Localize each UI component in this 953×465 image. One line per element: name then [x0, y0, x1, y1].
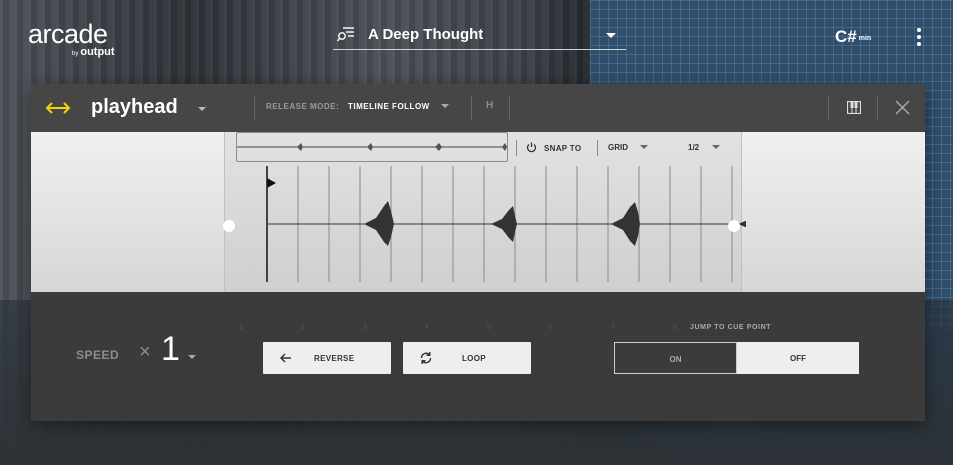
chevron-down-icon[interactable]: [188, 355, 196, 359]
jump-to-cue-label: JUMP TO CUE POINT: [690, 324, 772, 331]
loop-icon: [420, 352, 432, 364]
arrow-left-icon: [280, 353, 291, 363]
waveform-overview[interactable]: [236, 132, 508, 162]
logo-main-text: arcade: [28, 19, 108, 49]
beat-label: 6: [549, 324, 553, 331]
top-bar: arcade by output A Deep Thought C# min: [0, 0, 953, 75]
divider: [597, 140, 598, 156]
h-button[interactable]: H: [486, 100, 493, 111]
playhead-arrows-icon: [45, 102, 71, 114]
loop-label: LOOP: [462, 354, 486, 363]
waveform-display[interactable]: [226, 166, 746, 292]
key-mode: min: [858, 35, 872, 42]
beat-label: 3: [363, 324, 367, 331]
divider: [877, 96, 878, 120]
release-mode-dropdown[interactable]: TIMELINE FOLLOW: [348, 102, 430, 111]
panel-header: playhead RELEASE MODE: TIMELINE FOLLOW H: [31, 84, 925, 132]
chevron-down-icon[interactable]: [712, 145, 720, 149]
snap-to-label[interactable]: SNAP TO: [544, 144, 581, 153]
speed-multiplier-sign: ×: [139, 341, 151, 363]
chevron-down-icon[interactable]: [441, 104, 449, 108]
waveform-area: SNAP TO GRID 1/2 1 2 3 4 5 6 7 8: [31, 132, 925, 331]
grid-dropdown[interactable]: GRID: [608, 143, 628, 152]
divider: [254, 96, 255, 120]
release-mode-label: RELEASE MODE:: [266, 102, 340, 111]
speed-label: SPEED: [76, 348, 120, 362]
right-handle[interactable]: [728, 220, 740, 232]
start-marker-icon: [267, 178, 276, 188]
beat-label: 8: [673, 324, 677, 331]
jump-off-button[interactable]: OFF: [737, 342, 859, 374]
divider: [509, 96, 510, 120]
piano-icon[interactable]: [847, 101, 861, 114]
left-handle[interactable]: [223, 220, 235, 232]
power-icon[interactable]: [526, 142, 537, 153]
beat-label: 1: [239, 324, 243, 331]
panel-title[interactable]: playhead: [91, 96, 178, 119]
arcade-logo: arcade by output: [28, 19, 115, 58]
more-menu-icon[interactable]: [914, 28, 924, 48]
divider: [471, 96, 472, 120]
logo-by-text: by: [72, 51, 79, 57]
beat-label: 5: [487, 324, 491, 331]
divider: [516, 140, 517, 156]
chevron-down-icon: [606, 33, 616, 38]
jump-off-label: OFF: [790, 354, 806, 363]
beat-label: 7: [611, 324, 615, 331]
beat-label: 2: [301, 324, 305, 331]
overview-waveform: [237, 143, 507, 151]
chevron-down-icon[interactable]: [198, 107, 206, 111]
key-note: C#: [835, 27, 857, 46]
key-selector[interactable]: C# min: [835, 27, 871, 47]
reverse-label: REVERSE: [314, 354, 355, 363]
loop-button[interactable]: LOOP: [403, 342, 531, 374]
preset-selector[interactable]: A Deep Thought: [333, 20, 626, 50]
logo-sub: by output: [72, 46, 115, 58]
speed-value[interactable]: 1: [161, 330, 180, 369]
playhead-panel: playhead RELEASE MODE: TIMELINE FOLLOW H: [31, 84, 925, 421]
division-dropdown[interactable]: 1/2: [688, 143, 699, 152]
preset-name: A Deep Thought: [368, 26, 484, 43]
beat-label: 4: [425, 324, 429, 331]
divider: [828, 96, 829, 120]
jump-on-label: ON: [669, 355, 682, 364]
preset-browser-icon: [337, 27, 354, 42]
jump-on-button[interactable]: ON: [614, 342, 737, 374]
close-icon[interactable]: [895, 100, 910, 115]
logo-brand-text: output: [80, 46, 115, 58]
chevron-down-icon[interactable]: [640, 145, 648, 149]
reverse-button[interactable]: REVERSE: [263, 342, 391, 374]
